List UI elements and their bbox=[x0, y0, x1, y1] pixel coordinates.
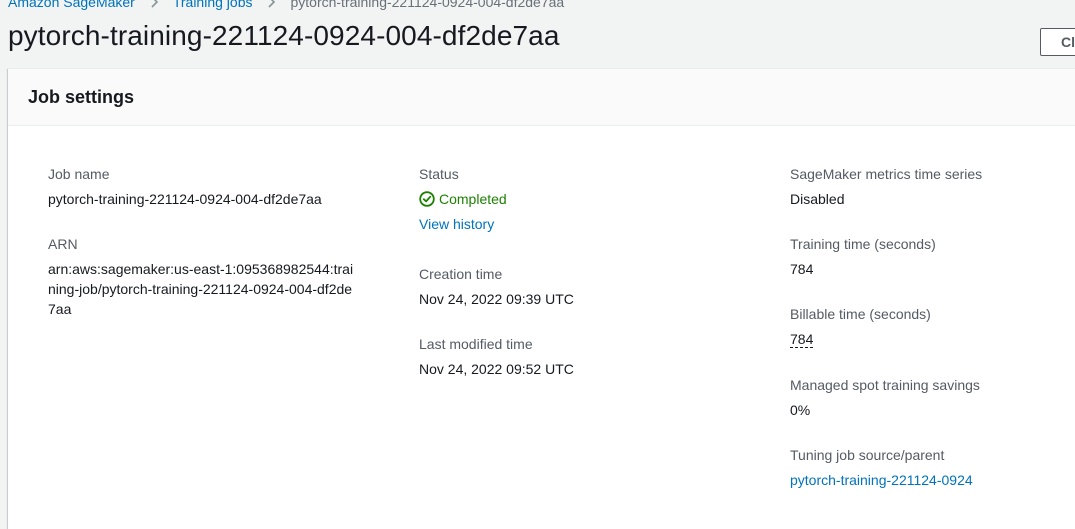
metrics-value: Disabled bbox=[790, 191, 845, 207]
chevron-right-icon bbox=[266, 0, 276, 8]
job-name-value: pytorch-training-221124-0924-004-df2de7a… bbox=[48, 191, 322, 207]
metrics-field: SageMaker metrics time series Disabled bbox=[790, 164, 982, 209]
creation-time-field: Creation time Nov 24, 2022 09:39 UTC bbox=[419, 264, 574, 309]
status-label: Status bbox=[419, 166, 459, 182]
panel-title: Job settings bbox=[28, 86, 135, 107]
tuning-job-label: Tuning job source/parent bbox=[790, 447, 945, 463]
tuning-job-link[interactable]: pytorch-training-221124-0924 bbox=[790, 470, 973, 490]
tuning-job-field: Tuning job source/parent pytorch-trainin… bbox=[790, 445, 973, 490]
arn-value: arn:aws:sagemaker:us-east-1:095368982544… bbox=[48, 261, 354, 317]
check-circle-icon bbox=[419, 191, 435, 207]
creation-time-label: Creation time bbox=[419, 266, 503, 282]
metrics-label: SageMaker metrics time series bbox=[790, 166, 983, 182]
last-modified-label: Last modified time bbox=[419, 336, 533, 352]
chevron-right-icon bbox=[149, 0, 159, 8]
view-history-link[interactable]: View history bbox=[419, 214, 507, 234]
billable-time-value-wrapper: 784 bbox=[790, 329, 931, 349]
breadcrumb-item-sagemaker[interactable]: Amazon SageMaker bbox=[8, 0, 135, 10]
breadcrumb-item-training-jobs[interactable]: Training jobs bbox=[173, 0, 253, 10]
header-action-button[interactable]: Cl bbox=[1040, 28, 1075, 56]
training-time-label: Training time (seconds) bbox=[790, 236, 936, 252]
training-time-value: 784 bbox=[790, 261, 814, 277]
last-modified-value: Nov 24, 2022 09:52 UTC bbox=[419, 361, 574, 377]
spot-savings-label: Managed spot training savings bbox=[790, 377, 980, 393]
billable-time-value[interactable]: 784 bbox=[790, 331, 814, 348]
spot-savings-field: Managed spot training savings 0% bbox=[790, 375, 980, 420]
billable-time-label: Billable time (seconds) bbox=[790, 306, 931, 322]
status-text: Completed bbox=[439, 191, 507, 207]
status-value: Completed bbox=[419, 189, 507, 209]
billable-time-field: Billable time (seconds) 784 bbox=[790, 304, 931, 349]
spot-savings-value: 0% bbox=[790, 402, 811, 418]
job-name-field: Job name pytorch-training-221124-0924-00… bbox=[48, 164, 322, 209]
arn-field: ARN arn:aws:sagemaker:us-east-1:09536898… bbox=[48, 234, 358, 319]
breadcrumb: Amazon SageMaker Training jobs pytorch-t… bbox=[8, 0, 564, 12]
status-field: Status Completed View history bbox=[419, 164, 507, 234]
job-name-label: Job name bbox=[48, 166, 110, 182]
panel-header: Job settings bbox=[8, 69, 1075, 126]
creation-time-value: Nov 24, 2022 09:39 UTC bbox=[419, 291, 574, 307]
breadcrumb-current: pytorch-training-221124-0924-004-df2de7a… bbox=[290, 0, 565, 10]
last-modified-field: Last modified time Nov 24, 2022 09:52 UT… bbox=[419, 334, 574, 379]
arn-label: ARN bbox=[48, 236, 78, 252]
page-title: pytorch-training-221124-0924-004-df2de7a… bbox=[8, 20, 560, 51]
training-time-field: Training time (seconds) 784 bbox=[790, 234, 936, 279]
job-settings-panel: Job settings Job name pytorch-training-2… bbox=[8, 68, 1075, 529]
